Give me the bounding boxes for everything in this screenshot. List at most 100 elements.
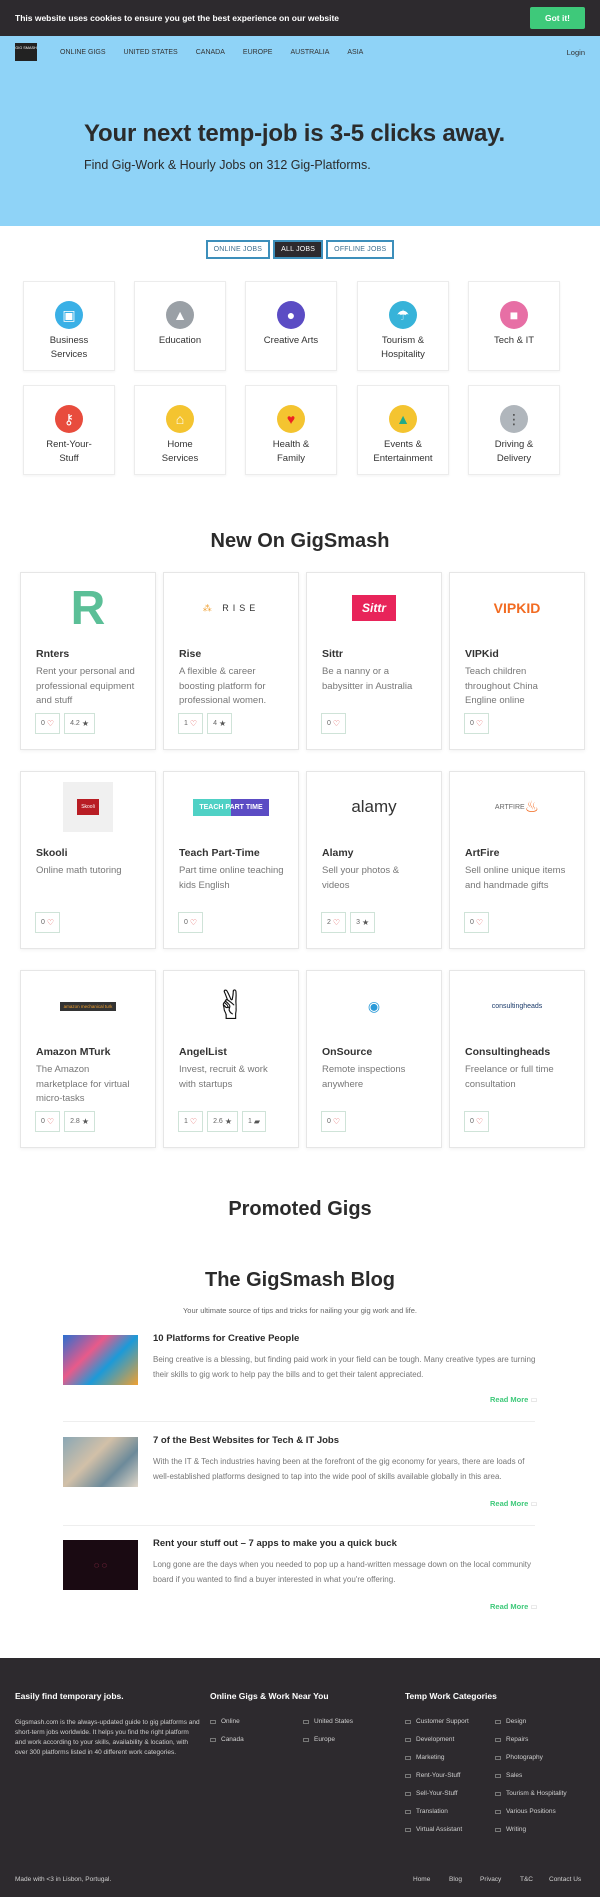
footer-link-design[interactable]: Design	[495, 1718, 526, 1725]
blog-post[interactable]: 7 of the Best Websites for Tech & IT Job…	[63, 1435, 535, 1495]
platform-card-teach-part-time[interactable]: TEACH PART TIME Teach Part-Time Part tim…	[163, 771, 299, 949]
footer-link-tourism-hospitality[interactable]: Tourism & Hospitality	[495, 1790, 567, 1797]
footer-link-repairs[interactable]: Repairs	[495, 1736, 528, 1743]
likes-counter[interactable]: 0 ♡	[178, 912, 204, 933]
category-label: Health &	[272, 439, 310, 450]
nav-link-canada[interactable]: CANADA	[196, 49, 225, 56]
read-more-link[interactable]: Read More ▭	[490, 1395, 600, 1404]
platform-card-angellist[interactable]: ✌ AngelList Invest, recruit & work with …	[163, 970, 299, 1148]
footer-link-rent-your-stuff[interactable]: Rent-Your-Stuff	[405, 1772, 460, 1779]
platform-card-alamy[interactable]: alamy Alamy Sell your photos & videos 2 ♡…	[306, 771, 442, 949]
login-link[interactable]: Login	[567, 48, 585, 57]
blog-post[interactable]: 10 Platforms for Creative People Being c…	[63, 1333, 535, 1393]
nav-link-europe[interactable]: EUROPE	[243, 49, 273, 56]
blog-post[interactable]: ◌ ◌ Rent your stuff out – 7 apps to make…	[63, 1538, 535, 1598]
footer-link-translation[interactable]: Translation	[405, 1808, 448, 1815]
rating-counter[interactable]: 2.6 ★	[207, 1111, 238, 1132]
likes-counter[interactable]: 0 ♡	[35, 713, 61, 734]
category-label: Family	[277, 453, 305, 464]
footer-link-home[interactable]: Home	[413, 1876, 430, 1883]
category-home-services[interactable]: ⌂ Home Services	[134, 385, 226, 475]
nav-link-united-states[interactable]: UNITED STATES	[124, 49, 178, 56]
blog-post-title[interactable]: 10 Platforms for Creative People	[153, 1333, 299, 1344]
category-health-family[interactable]: ♥ Health & Family	[245, 385, 337, 475]
likes-counter[interactable]: 0 ♡	[464, 912, 490, 933]
blog-post-image[interactable]	[63, 1335, 138, 1385]
rating-counter[interactable]: 4.2 ★	[64, 713, 95, 734]
footer-link-photography[interactable]: Photography	[495, 1754, 543, 1761]
cookie-bar: This website uses cookies to ensure you …	[0, 0, 600, 36]
rating-counter[interactable]: 4 ★	[207, 713, 233, 734]
filter-all-jobs[interactable]: ALL JOBS	[273, 240, 324, 259]
nav-link-online-gigs[interactable]: ONLINE GIGS	[60, 49, 106, 56]
category-events-entertainment[interactable]: ▲ Events & Entertainment	[357, 385, 449, 475]
likes-counter[interactable]: 2 ♡	[321, 912, 347, 933]
heart-icon: ♡	[46, 719, 55, 728]
platform-card-vipkid[interactable]: VIPKID VIPKid Teach children throughout …	[449, 572, 585, 750]
footer-link-contact-us[interactable]: Contact Us	[549, 1876, 581, 1883]
footer-link-blog[interactable]: Blog	[449, 1876, 462, 1883]
likes-counter[interactable]: 0 ♡	[35, 1111, 61, 1132]
footer-link-united-states[interactable]: United States	[303, 1718, 353, 1725]
consultingheads-logo: consultingheads	[491, 1002, 543, 1010]
blog-post-title[interactable]: Rent your stuff out – 7 apps to make you…	[153, 1538, 397, 1549]
footer-link-customer-support[interactable]: Customer Support	[405, 1718, 469, 1725]
platform-card-rise[interactable]: ⁂ RISE Rise A flexible & career boosting…	[163, 572, 299, 750]
likes-counter[interactable]: 0 ♡	[464, 713, 490, 734]
divider	[63, 1421, 535, 1422]
heart-icon: ♡	[475, 1117, 484, 1126]
footer-link-sell-your-stuff[interactable]: Sell-Your-Stuff	[405, 1790, 458, 1797]
platform-card-skooli[interactable]: Skooli Skooli Online math tutoring 0 ♡	[20, 771, 156, 949]
category-driving-delivery[interactable]: ⋮ Driving & Delivery	[468, 385, 560, 475]
likes-counter[interactable]: 0 ♡	[35, 912, 61, 933]
footer-link-development[interactable]: Development	[405, 1736, 454, 1743]
blog-post-title[interactable]: 7 of the Best Websites for Tech & IT Job…	[153, 1435, 339, 1446]
footer-categories-title: Temp Work Categories	[405, 1691, 497, 1701]
gigsmash-logo[interactable]: GIG SMASH	[15, 43, 37, 61]
filter-offline-jobs[interactable]: OFFLINE JOBS	[326, 240, 395, 259]
likes-counter[interactable]: 0 ♡	[464, 1111, 490, 1132]
footer-link-sales[interactable]: Sales	[495, 1772, 522, 1779]
filter-online-jobs[interactable]: ONLINE JOBS	[205, 240, 271, 259]
platform-card-sittr[interactable]: Sittr Sittr Be a nanny or a babysitter i…	[306, 572, 442, 750]
rating-counter[interactable]: 2.8 ★	[64, 1111, 95, 1132]
category-tourism-hospitality[interactable]: ☂ Tourism & Hospitality	[357, 281, 449, 371]
platform-name: Sittr	[322, 648, 343, 660]
category-tech-it[interactable]: ■ Tech & IT	[468, 281, 560, 371]
rating-counter[interactable]: 3 ★	[350, 912, 376, 933]
platform-card-onsource[interactable]: ◉ OnSource Remote inspections anywhere 0…	[306, 970, 442, 1148]
cookie-accept-button[interactable]: Got it!	[529, 7, 585, 29]
nav-link-australia[interactable]: AUSTRALIA	[290, 49, 329, 56]
blog-post-image[interactable]	[63, 1437, 138, 1487]
likes-counter[interactable]: 1 ♡	[178, 713, 204, 734]
footer-link-marketing[interactable]: Marketing	[405, 1754, 445, 1761]
footer-link-writing[interactable]: Writing	[495, 1826, 526, 1833]
comments-counter[interactable]: 1 ▰	[241, 1111, 267, 1132]
platform-card-rnters[interactable]: R Rnters Rent your personal and professi…	[20, 572, 156, 750]
likes-counter[interactable]: 1 ♡	[178, 1111, 204, 1132]
nav-link-asia[interactable]: ASIA	[347, 49, 363, 56]
category-creative-arts[interactable]: ● Creative Arts	[245, 281, 337, 371]
platform-name: ArtFire	[465, 847, 500, 859]
platform-card-artfire[interactable]: ARTFIRE ♨ ArtFire Sell online unique item…	[449, 771, 585, 949]
blog-post-image[interactable]: ◌ ◌	[63, 1540, 138, 1590]
likes-counter[interactable]: 0 ♡	[321, 1111, 347, 1132]
likes-counter[interactable]: 0 ♡	[321, 713, 347, 734]
platform-description: Rent your personal and professional equi…	[36, 666, 135, 706]
read-more-link[interactable]: Read More ▭	[490, 1499, 600, 1508]
platform-card-consultingheads[interactable]: consultingheads Consultingheads Freelanc…	[449, 970, 585, 1148]
category-business-services[interactable]: ▣ Business Services	[23, 281, 115, 371]
footer-link-europe[interactable]: Europe	[303, 1736, 335, 1743]
category-education[interactable]: ▲ Education	[134, 281, 226, 371]
footer-link-virtual-assistant[interactable]: Virtual Assistant	[405, 1826, 462, 1833]
read-more-link[interactable]: Read More ▭	[490, 1602, 600, 1611]
platform-card-amazon-mturk[interactable]: amazon mechanical turk Amazon MTurk The …	[20, 970, 156, 1148]
footer-link-privacy[interactable]: Privacy	[480, 1876, 501, 1883]
footer-link-online[interactable]: Online	[210, 1718, 240, 1725]
footer-link-various-positions[interactable]: Various Positions	[495, 1808, 556, 1815]
category-rent-your-stuff[interactable]: ⚷ Rent-Your- Stuff	[23, 385, 115, 475]
footer-made-with-love: Made with <3 in Lisbon, Portugal.	[15, 1876, 112, 1883]
footer-link-terms[interactable]: T&C	[520, 1876, 533, 1883]
footer-link-canada[interactable]: Canada	[210, 1736, 244, 1743]
footer-near-title: Online Gigs & Work Near You	[210, 1691, 329, 1701]
